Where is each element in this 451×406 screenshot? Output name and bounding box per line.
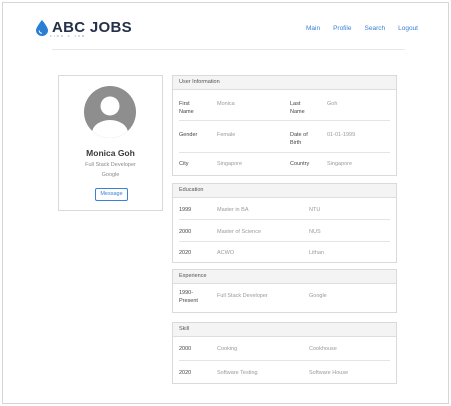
- education-year: 2020: [179, 250, 192, 256]
- row-divider: [179, 360, 390, 361]
- country-label: Country: [290, 161, 310, 167]
- skill-name: Software Testing: [217, 370, 258, 376]
- row-divider: [179, 152, 390, 153]
- user-info-card: User Information First Name Monica Last …: [172, 75, 397, 176]
- row-divider: [179, 120, 390, 121]
- skill-place: Software House: [309, 370, 349, 376]
- education-school: NUS: [309, 229, 321, 235]
- first-name-label: First Name: [179, 101, 194, 115]
- row-divider: [179, 241, 390, 242]
- row-divider: [179, 219, 390, 220]
- last-name-value: Goh: [327, 101, 338, 107]
- experience-period: 1990-Present: [179, 290, 198, 304]
- education-header: Education: [173, 184, 396, 198]
- skill-name: Cooking: [217, 346, 238, 352]
- skill-place: Cookhouse: [309, 346, 337, 352]
- experience-company: Google: [309, 293, 327, 299]
- education-degree: ACWO: [217, 250, 235, 256]
- brand-name: ABC JOBS: [52, 19, 132, 36]
- skill-header: Skill: [173, 323, 396, 337]
- profile-name: Monica Goh: [86, 148, 135, 158]
- country-value: Singapore: [327, 161, 353, 167]
- education-year: 1999: [179, 207, 192, 213]
- education-school: NTU: [309, 207, 321, 213]
- user-avatar-icon: [84, 86, 136, 138]
- header-divider: [52, 49, 405, 50]
- gender-label: Gender: [179, 132, 198, 138]
- city-value: Singapore: [217, 161, 243, 167]
- dob-value: 01-01-1999: [327, 132, 356, 138]
- experience-role: Full Stack Developer: [217, 293, 268, 299]
- skill-card: Skill 2000 Cooking Cookhouse 2020 Softwa…: [172, 322, 397, 384]
- gender-value: Female: [217, 132, 236, 138]
- experience-card: Experience 1990-Present Full Stack Devel…: [172, 269, 397, 313]
- page-frame: ABC JOBS FIND A JOB Main Profile Search …: [2, 2, 449, 404]
- education-degree: Master in BA: [217, 207, 249, 213]
- skill-year: 2000: [179, 346, 192, 352]
- skill-year: 2020: [179, 370, 192, 376]
- profile-title: Full Stack Developer: [85, 162, 136, 168]
- nav-logout[interactable]: Logout: [398, 25, 418, 32]
- top-nav: Main Profile Search Logout: [306, 25, 418, 32]
- education-card: Education 1999 Master in BA NTU 2000 Mas…: [172, 183, 397, 263]
- nav-profile[interactable]: Profile: [333, 25, 351, 32]
- experience-header: Experience: [173, 270, 396, 284]
- message-button[interactable]: Message: [95, 188, 128, 201]
- education-school: Lithan: [309, 250, 324, 256]
- dob-label: Date of Birth: [290, 132, 308, 146]
- education-year: 2000: [179, 229, 192, 235]
- profile-card: Monica Goh Full Stack Developer Google M…: [58, 75, 163, 211]
- nav-main[interactable]: Main: [306, 25, 320, 32]
- user-info-header: User Information: [173, 76, 396, 90]
- education-degree: Master of Science: [217, 229, 262, 235]
- water-drop-icon: [36, 20, 48, 36]
- brand-tagline: FIND A JOB: [50, 34, 87, 38]
- first-name-value: Monica: [217, 101, 235, 107]
- last-name-label: Last Name: [290, 101, 305, 115]
- profile-company: Google: [101, 172, 120, 178]
- city-label: City: [179, 161, 189, 167]
- nav-search[interactable]: Search: [365, 25, 386, 32]
